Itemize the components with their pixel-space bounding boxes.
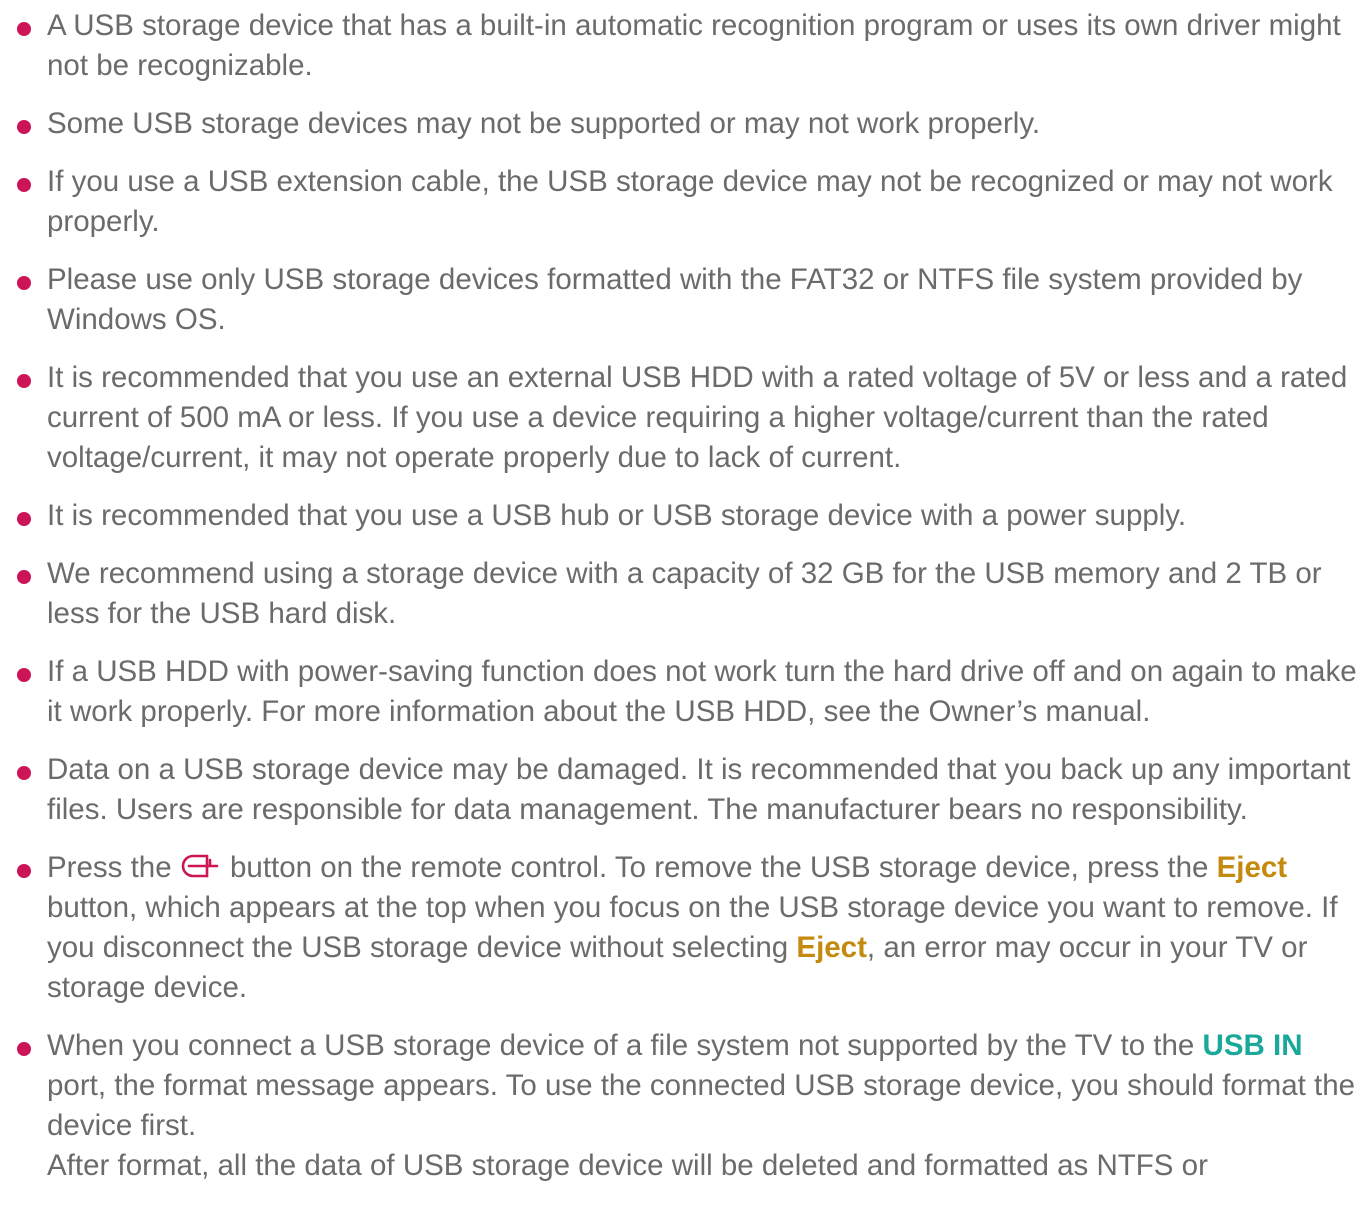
format-text-2: port, the format message appears. To use… [47,1069,1356,1142]
document-page: A USB storage device that has a built-in… [0,0,1366,1229]
usb-in-keyword: USB IN [1202,1029,1303,1062]
note-text: Data on a USB storage device may be dama… [47,753,1351,826]
note-text: Please use only USB storage devices form… [47,263,1303,336]
list-item: A USB storage device that has a built-in… [0,6,1366,86]
note-text: If a USB HDD with power-saving function … [47,655,1357,728]
format-continuation: After format, all the data of USB storag… [47,1149,1208,1182]
bullet-icon [17,22,31,36]
eject-text-1: Press the [47,851,180,884]
format-text-1: When you connect a USB storage device of… [47,1029,1203,1062]
note-text: If you use a USB extension cable, the US… [47,165,1333,238]
note-text: A USB storage device that has a built-in… [47,9,1341,82]
eject-note: Press the button on the remote control. … [0,848,1366,1008]
note-text: We recommend using a storage device with… [47,557,1322,630]
list-item: Some USB storage devices may not be supp… [0,104,1366,144]
note-text: It is recommended that you use an extern… [47,361,1348,474]
eject-keyword: Eject [1216,851,1288,884]
bullet-icon [17,512,31,526]
list-item: It is recommended that you use a USB hub… [0,496,1366,536]
bullet-icon [17,120,31,134]
format-note: When you connect a USB storage device of… [0,1026,1366,1186]
list-item: If you use a USB extension cable, the US… [0,162,1366,242]
bullet-icon [17,374,31,388]
bullet-icon [17,766,31,780]
home-icon [180,851,222,881]
note-text: Some USB storage devices may not be supp… [47,107,1041,140]
bullet-icon [17,178,31,192]
bullet-icon [17,864,31,878]
bullet-icon [17,570,31,584]
eject-keyword: Eject [796,931,867,964]
list-item: If a USB HDD with power-saving function … [0,652,1366,732]
list-item: We recommend using a storage device with… [0,554,1366,634]
notes-list: A USB storage device that has a built-in… [0,6,1366,1204]
bullet-icon [17,1042,31,1056]
list-item: It is recommended that you use an extern… [0,358,1366,478]
bullet-icon [17,668,31,682]
list-item: Data on a USB storage device may be dama… [0,750,1366,830]
home-icon-graphic [181,854,219,878]
note-text: It is recommended that you use a USB hub… [47,499,1187,532]
eject-text-2: button on the remote control. To remove … [221,851,1217,884]
bullet-icon [17,276,31,290]
list-item: Please use only USB storage devices form… [0,260,1366,340]
